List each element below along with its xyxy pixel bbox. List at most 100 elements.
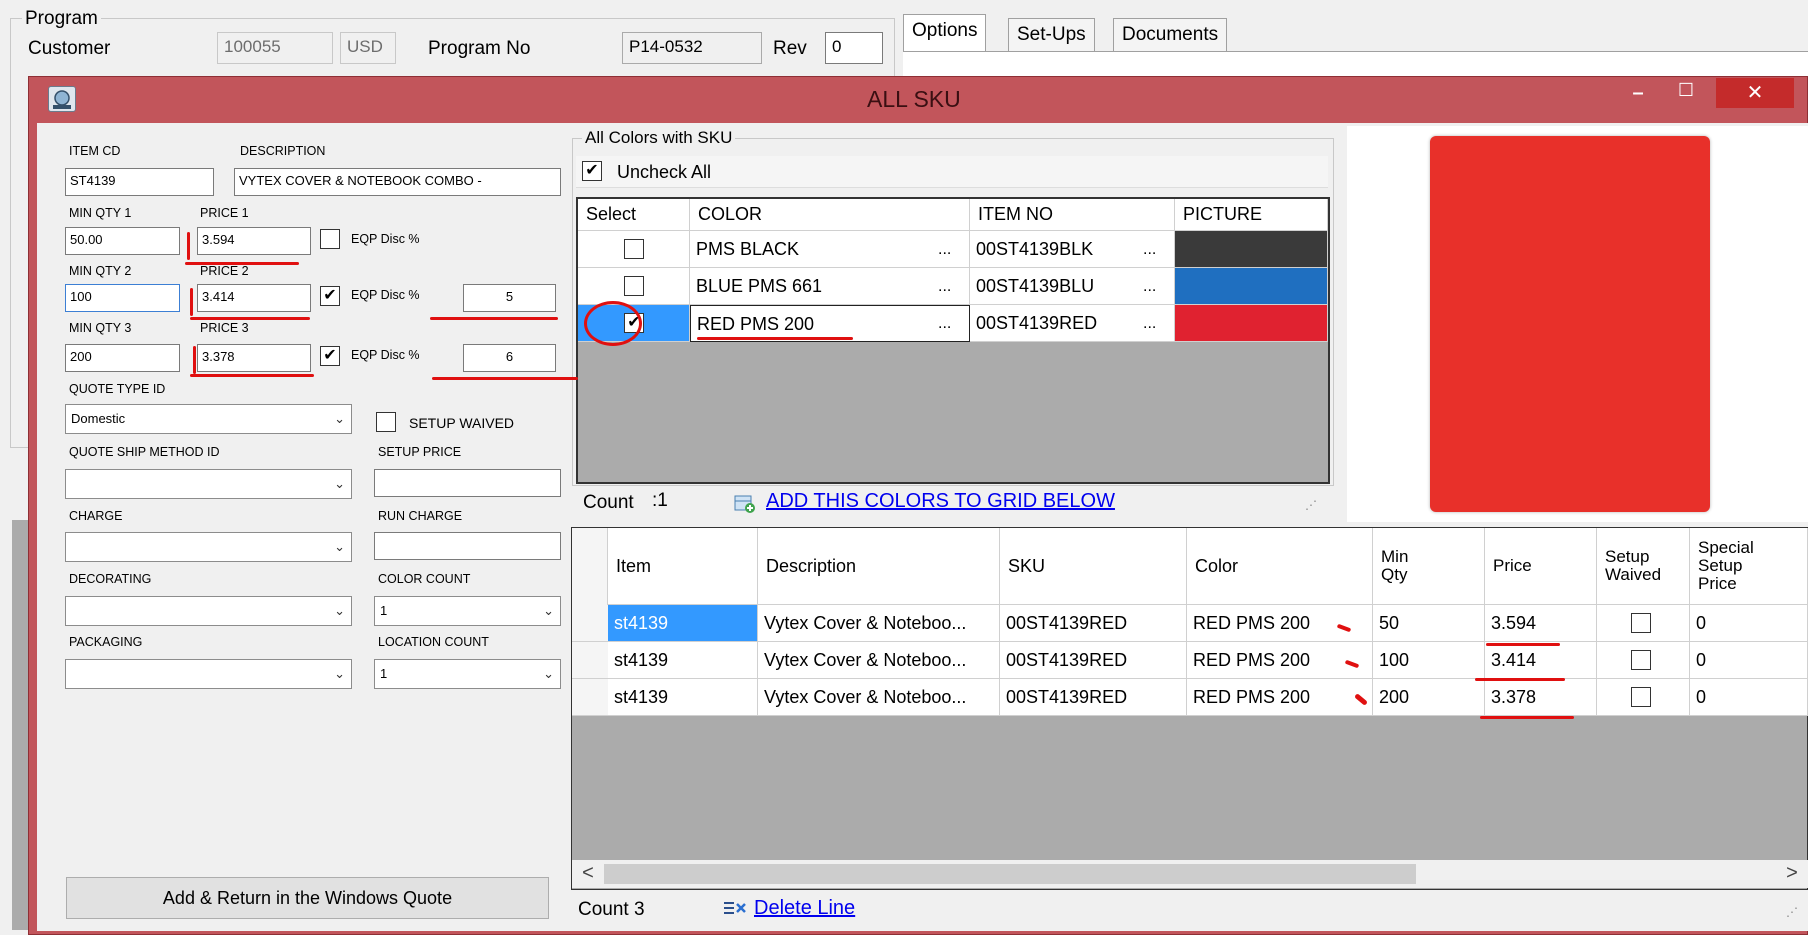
minimize-button[interactable]: – [1620, 82, 1656, 108]
color-select-checkbox[interactable] [624, 276, 644, 296]
price-3-field[interactable]: 3.378 [197, 344, 311, 372]
color-swatch [1175, 305, 1328, 342]
location-count-dropdown[interactable]: 1 ⌄ [374, 659, 561, 689]
delete-line-link[interactable]: Delete Line [754, 897, 855, 920]
sku-cell-setup-waived[interactable] [1597, 679, 1690, 716]
ship-method-dropdown[interactable]: ⌄ [65, 469, 352, 499]
colors-group-title: All Colors with SKU [582, 128, 736, 148]
color-count-dropdown[interactable]: 1 ⌄ [374, 596, 561, 626]
sku-cell-item[interactable]: st4139 [608, 642, 758, 679]
item-cd-field[interactable]: ST4139 [65, 168, 214, 196]
sku-cell-price[interactable]: 3.594 [1485, 605, 1597, 642]
sku-cell-min-qty[interactable]: 50 [1373, 605, 1485, 642]
sku-header-price[interactable]: Price [1485, 528, 1597, 605]
price-2-field[interactable]: 3.414 [197, 284, 311, 312]
sku-cell-special-setup-price[interactable]: 0 [1690, 642, 1808, 679]
setup-waived-row-checkbox[interactable] [1631, 650, 1651, 670]
annotation-underline [1486, 643, 1560, 646]
color-name-cell[interactable]: PMS BLACK [690, 231, 970, 268]
color-select-checkbox[interactable] [624, 239, 644, 259]
tab-documents[interactable]: Documents [1113, 18, 1228, 52]
ellipsis-button[interactable]: ... [1143, 305, 1167, 342]
sku-row-header[interactable] [572, 679, 608, 716]
eqp-disc-1-checkbox[interactable] [320, 229, 340, 249]
sku-cell-description[interactable]: Vytex Cover & Noteboo... [758, 679, 1000, 716]
setup-waived-row-checkbox[interactable] [1631, 613, 1651, 633]
eqp-disc-2-checkbox[interactable]: ✔ [320, 286, 340, 306]
currency-field[interactable]: USD [340, 32, 396, 64]
tab-set-ups[interactable]: Set-Ups [1008, 18, 1095, 52]
uncheck-all-checkbox[interactable]: ✔ [582, 161, 602, 181]
sku-cell-setup-waived[interactable] [1597, 605, 1690, 642]
sku-cell-setup-waived[interactable] [1597, 642, 1690, 679]
sku-cell-description[interactable]: Vytex Cover & Noteboo... [758, 642, 1000, 679]
scroll-left-button[interactable]: < [576, 862, 600, 886]
sku-cell-color[interactable]: RED PMS 200 [1187, 605, 1373, 642]
dialog-app-icon [48, 86, 76, 112]
sku-cell-item[interactable]: st4139 [608, 679, 758, 716]
setup-waived-row-checkbox[interactable] [1631, 687, 1651, 707]
customer-field[interactable]: 100055 [217, 32, 333, 64]
sku-header-sku[interactable]: SKU [1000, 528, 1187, 605]
ellipsis-button[interactable]: ... [1143, 268, 1167, 305]
sku-header-color[interactable]: Color [1187, 528, 1373, 605]
min-qty-1-field[interactable]: 50.00 [65, 227, 180, 255]
sku-cell-price[interactable]: 3.378 [1485, 679, 1597, 716]
close-button[interactable]: ✕ [1716, 78, 1794, 108]
colors-select-cell[interactable] [578, 268, 690, 305]
color-name-cell[interactable]: BLUE PMS 661 [690, 268, 970, 305]
sku-header-setup-waived[interactable]: Setup Waived [1597, 528, 1690, 605]
sku-header-special-setup-price[interactable]: Special Setup Price [1690, 528, 1808, 605]
decorating-dropdown[interactable]: ⌄ [65, 596, 352, 626]
sku-cell-item[interactable]: st4139 [608, 605, 758, 642]
sku-cell-description[interactable]: Vytex Cover & Noteboo... [758, 605, 1000, 642]
sku-cell-color[interactable]: RED PMS 200 [1187, 679, 1373, 716]
sku-cell-price[interactable]: 3.414 [1485, 642, 1597, 679]
colors-select-cell[interactable] [578, 231, 690, 268]
setup-price-field[interactable] [374, 469, 561, 497]
ship-method-label: QUOTE SHIP METHOD ID [69, 445, 220, 459]
tab-options[interactable]: Options [903, 14, 987, 52]
packaging-label: PACKAGING [69, 635, 143, 649]
sku-cell-sku[interactable]: 00ST4139RED [1000, 679, 1187, 716]
colors-header-select: Select [578, 199, 690, 231]
description-field[interactable]: VYTEX COVER & NOTEBOOK COMBO - [234, 168, 561, 196]
sku-row-header[interactable] [572, 642, 608, 679]
min-qty-3-field[interactable]: 200 [65, 344, 180, 372]
packaging-dropdown[interactable]: ⌄ [65, 659, 352, 689]
ellipsis-button[interactable]: ... [1143, 231, 1167, 268]
setup-waived-checkbox[interactable] [376, 412, 396, 432]
sku-cell-special-setup-price[interactable]: 0 [1690, 679, 1808, 716]
sku-header-description[interactable]: Description [758, 528, 1000, 605]
sku-cell-sku[interactable]: 00ST4139RED [1000, 605, 1187, 642]
eqp-disc-2-field[interactable]: 5 [463, 284, 556, 312]
run-charge-field[interactable] [374, 532, 561, 560]
sku-cell-special-setup-price[interactable]: 0 [1690, 605, 1808, 642]
color-swatch [1175, 231, 1328, 268]
add-return-button[interactable]: Add & Return in the Windows Quote [66, 877, 549, 919]
chevron-down-icon: ⌄ [334, 476, 345, 491]
ellipsis-button[interactable]: ... [938, 231, 962, 268]
eqp-disc-3-field[interactable]: 6 [463, 344, 556, 372]
ellipsis-button[interactable]: ... [938, 268, 962, 305]
sku-header-item[interactable]: Item [608, 528, 758, 605]
price-1-field[interactable]: 3.594 [197, 227, 311, 255]
maximize-button[interactable]: ☐ [1668, 80, 1704, 106]
sku-header-min-qty[interactable]: Min Qty [1373, 528, 1485, 605]
program-no-field[interactable]: P14-0532 [622, 32, 762, 64]
quote-type-dropdown[interactable]: Domestic ⌄ [65, 404, 352, 434]
rev-field[interactable]: 0 [825, 32, 883, 64]
eqp-disc-3-checkbox[interactable]: ✔ [320, 346, 340, 366]
scroll-thumb[interactable] [604, 864, 1416, 884]
eqp-disc-1-label: EQP Disc % [351, 232, 420, 246]
ellipsis-button[interactable]: ... [938, 305, 962, 342]
scroll-right-button[interactable]: > [1780, 862, 1804, 886]
sku-cell-min-qty[interactable]: 100 [1373, 642, 1485, 679]
sku-row-header[interactable] [572, 605, 608, 642]
min-qty-2-field[interactable]: 100 [65, 284, 180, 312]
color-count-value: 1 [380, 603, 388, 618]
sku-cell-sku[interactable]: 00ST4139RED [1000, 642, 1187, 679]
add-colors-link[interactable]: ADD THIS COLORS TO GRID BELOW [766, 490, 1115, 513]
charge-dropdown[interactable]: ⌄ [65, 532, 352, 562]
sku-cell-min-qty[interactable]: 200 [1373, 679, 1485, 716]
